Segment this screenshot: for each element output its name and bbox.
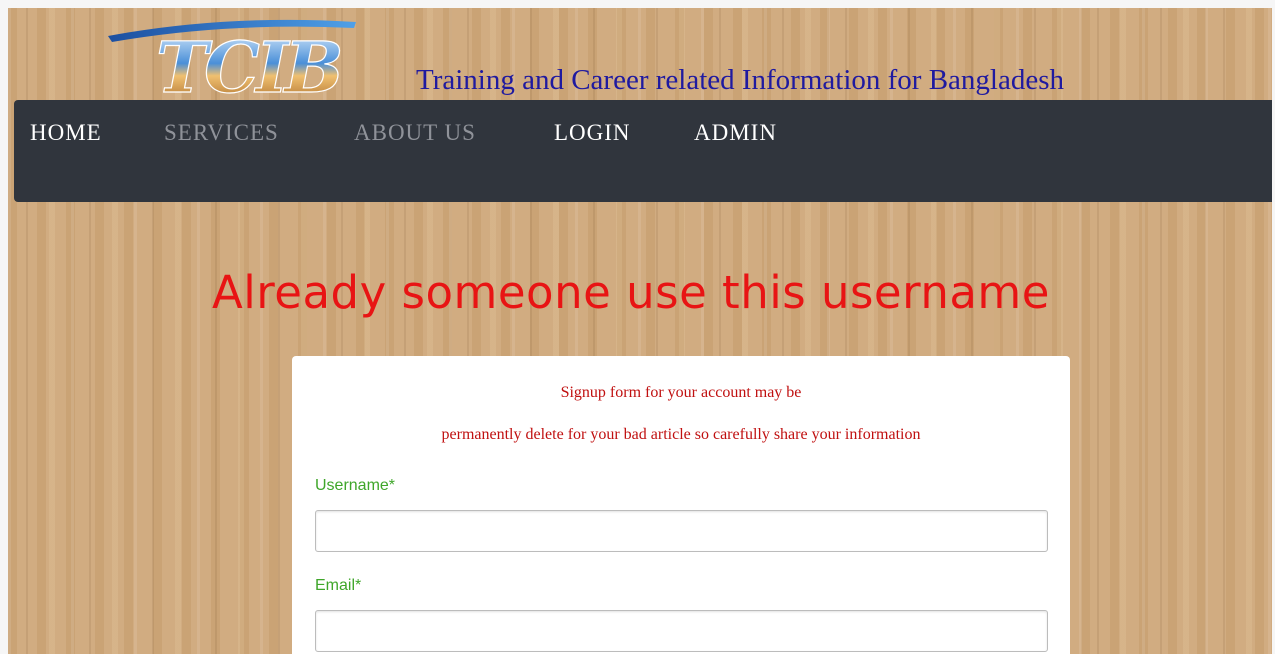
main-navbar: HOME SERVICES ABOUT US LOGIN ADMIN	[14, 100, 1272, 202]
username-input[interactable]	[315, 510, 1048, 552]
page-background: TCIB Training and Career related Informa…	[8, 8, 1272, 654]
notice-line-2: permanently delete for your bad article …	[441, 426, 921, 443]
signup-form: Signup form for your account may be perm…	[292, 356, 1070, 654]
nav-admin[interactable]: ADMIN	[694, 120, 777, 146]
email-input[interactable]	[315, 610, 1048, 652]
site-tagline: Training and Career related Information …	[416, 64, 1064, 96]
error-message: Already someone use this username	[212, 266, 1050, 319]
email-label: Email*	[315, 577, 362, 594]
svg-text:TCIB: TCIB	[156, 26, 341, 102]
username-label: Username*	[315, 477, 396, 494]
tcib-logo: TCIB	[108, 19, 356, 102]
nav-about-us[interactable]: ABOUT US	[354, 120, 476, 146]
nav-services[interactable]: SERVICES	[164, 120, 279, 146]
nav-login[interactable]: LOGIN	[554, 120, 631, 146]
notice-line-1: Signup form for your account may be	[560, 384, 802, 401]
nav-home[interactable]: HOME	[30, 120, 102, 146]
